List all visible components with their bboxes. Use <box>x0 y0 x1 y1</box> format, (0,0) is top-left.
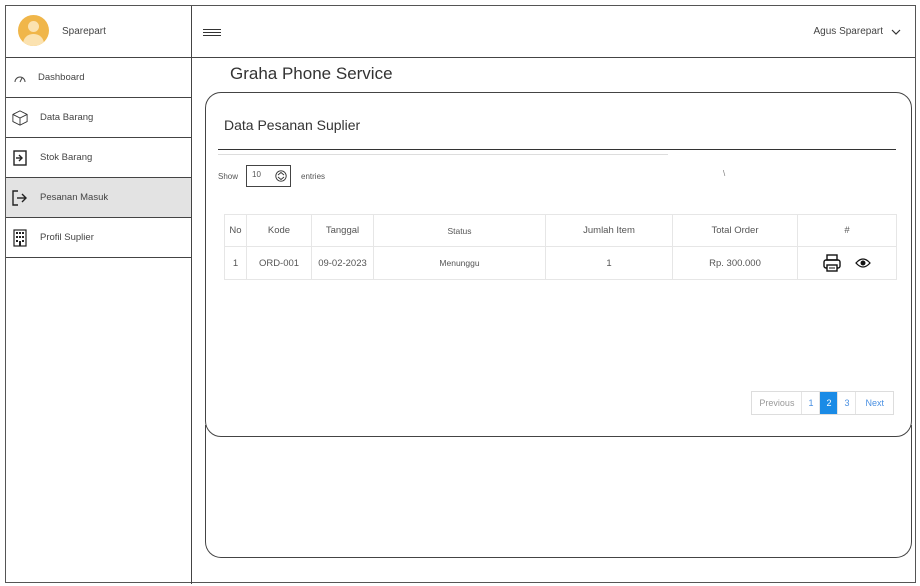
user-name: Agus Sparepart <box>813 26 884 37</box>
show-label: Show <box>218 171 239 181</box>
pagination: Previous 1 2 3 Next <box>751 391 894 415</box>
sidebar-item-stok-barang[interactable]: Stok Barang <box>6 138 191 178</box>
user-menu[interactable]: Agus Sparepart <box>814 26 902 37</box>
page-title: Graha Phone Service <box>230 64 393 83</box>
entries-control: Show 10 entries <box>218 165 325 187</box>
divider <box>218 149 896 150</box>
building-icon <box>12 228 28 247</box>
arrow-in-icon <box>12 189 28 206</box>
brand-name: Sparepart <box>62 26 106 37</box>
pagination-page-1[interactable]: 1 <box>802 392 821 414</box>
pagination-next[interactable]: Next <box>856 392 893 414</box>
hamburger-menu-icon[interactable] <box>203 29 221 37</box>
eye-icon[interactable] <box>855 257 871 269</box>
brand-avatar <box>18 15 49 46</box>
sidebar-item-label: Data Barang <box>40 112 94 123</box>
cell-no: 1 <box>224 246 247 280</box>
pagination-page-2[interactable]: 2 <box>820 392 839 414</box>
sidebar-item-label: Dashboard <box>38 72 85 83</box>
column-header-kode: Kode <box>246 214 312 247</box>
cell-status: Menunggu <box>373 246 546 280</box>
lower-panel <box>205 425 912 558</box>
sidebar: Dashboard Data Barang Stok Barang Pesana… <box>6 58 192 584</box>
dashboard-icon <box>12 70 28 86</box>
card-title: Data Pesanan Suplier <box>224 117 361 133</box>
cell-tanggal: 09-02-2023 <box>311 246 374 280</box>
spinner-icon <box>275 170 287 182</box>
brand: Sparepart <box>6 6 192 58</box>
chevron-down-icon <box>891 29 901 35</box>
pagination-previous[interactable]: Previous <box>752 392 803 414</box>
sidebar-item-label: Profil Suplier <box>40 232 94 243</box>
column-header-total-order: Total Order <box>672 214 798 247</box>
login-icon <box>12 149 28 166</box>
sidebar-item-dashboard[interactable]: Dashboard <box>6 58 191 98</box>
stray-mark: \ <box>723 169 726 178</box>
print-icon[interactable] <box>823 254 841 272</box>
cell-actions <box>797 246 897 280</box>
column-header-actions: # <box>797 214 897 247</box>
top-header: Sparepart Agus Sparepart <box>6 6 915 58</box>
cell-total-order: Rp. 300.000 <box>672 246 798 280</box>
column-header-no: No <box>224 214 247 247</box>
table-header-row: No Kode Tanggal Status Jumlah Item Total… <box>224 214 897 247</box>
box-icon <box>12 109 28 126</box>
entries-select[interactable]: 10 <box>246 165 292 187</box>
entries-label: entries <box>301 171 326 181</box>
sidebar-item-label: Pesanan Masuk <box>40 192 109 203</box>
sidebar-item-pesanan-masuk[interactable]: Pesanan Masuk <box>6 178 191 218</box>
cell-kode: ORD-001 <box>246 246 312 280</box>
column-header-status: Status <box>373 214 546 247</box>
cell-jumlah-item: 1 <box>545 246 673 280</box>
sidebar-item-label: Stok Barang <box>40 152 93 163</box>
table-row: 1 ORD-001 09-02-2023 Menunggu 1 Rp. 300.… <box>224 246 897 280</box>
orders-card: Data Pesanan Suplier Show 10 entries \ N… <box>205 92 912 437</box>
entries-value: 10 <box>252 170 261 179</box>
sidebar-item-data-barang[interactable]: Data Barang <box>6 98 191 138</box>
column-header-tanggal: Tanggal <box>311 214 374 247</box>
pagination-page-3[interactable]: 3 <box>838 392 857 414</box>
sidebar-item-profil-suplier[interactable]: Profil Suplier <box>6 218 191 258</box>
orders-table: No Kode Tanggal Status Jumlah Item Total… <box>224 214 897 280</box>
divider <box>218 154 668 155</box>
column-header-jumlah-item: Jumlah Item <box>545 214 673 247</box>
